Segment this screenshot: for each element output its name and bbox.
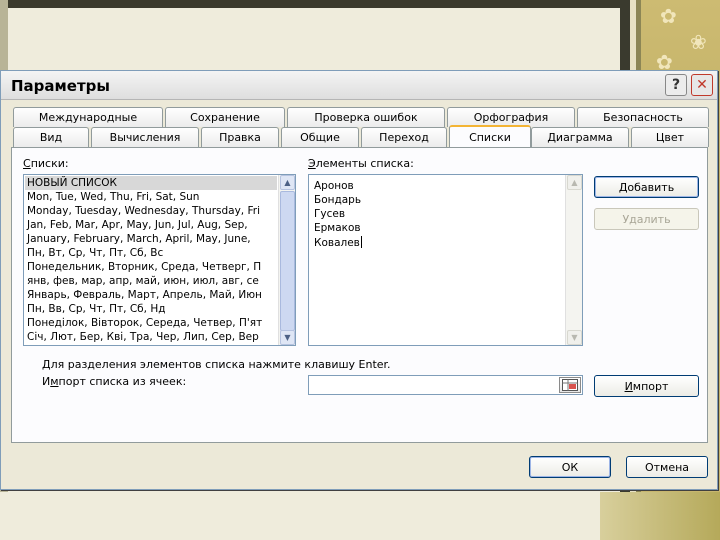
lists-label: Списки: [23,157,69,170]
slide-top-border [0,0,720,8]
list-item[interactable]: Mon, Tue, Wed, Thu, Fri, Sat, Sun [25,190,277,204]
tab-color[interactable]: Цвет [631,127,709,147]
list-item[interactable]: Січ, Лют, Бер, Кві, Тра, Чер, Лип, Сер, … [25,330,277,344]
delete-button: Удалить [594,208,699,230]
options-dialog: Параметры ? ✕ Международные Сохранение П… [0,70,718,490]
text-caret [360,236,362,248]
scroll-thumb[interactable] [280,191,295,331]
flower-icon: ❀ [690,30,707,54]
flower-icon: ✿ [660,4,677,28]
scroll-up-icon[interactable]: ▲ [280,175,295,190]
list-entry: Ермаков [314,222,361,234]
list-item[interactable]: Пн, Вт, Ср, Чт, Пт, Сб, Вс [25,246,277,260]
tab-save[interactable]: Сохранение [165,107,285,127]
tab-error-checking[interactable]: Проверка ошибок [287,107,445,127]
list-entry: Гусев [314,208,346,220]
tab-transition[interactable]: Переход [361,127,447,147]
list-entries-textarea[interactable]: Аронов Бондарь Гусев Ермаков Ковалев ▲ ▼ [308,174,583,346]
slide-bottom [0,492,720,540]
tab-security[interactable]: Безопасность [577,107,709,127]
hint-text: Для разделения элементов списка нажмите … [42,358,391,371]
custom-lists-listbox[interactable]: НОВЫЙ СПИСОК Mon, Tue, Wed, Thu, Fri, Sat… [23,174,296,346]
list-entry: Ковалев [314,236,362,249]
tab-chart[interactable]: Диаграмма [531,127,629,147]
dialog-title: Параметры [11,77,110,95]
list-item[interactable]: Понедельник, Вторник, Среда, Четверг, П [25,260,277,274]
import-label: Импорт списка из ячеек: [42,375,187,388]
tab-international[interactable]: Международные [13,107,163,127]
scroll-up-icon: ▲ [567,175,582,190]
close-button[interactable]: ✕ [691,74,713,96]
list-item[interactable]: Jan, Feb, Mar, Apr, May, Jun, Jul, Aug, … [25,218,277,232]
cancel-button[interactable]: Отмена [626,456,708,478]
list-item[interactable]: Пн, Вв, Ср, Чт, Пт, Сб, Нд [25,302,277,316]
scroll-down-icon[interactable]: ▼ [280,330,295,345]
add-button[interactable]: Добавить [594,176,699,198]
dialog-titlebar: Параметры ? ✕ [1,71,717,100]
list-item[interactable]: January, February, March, April, May, Ju… [25,232,277,246]
list-item[interactable]: Январь, Февраль, Март, Апрель, Май, Июн [25,288,277,302]
list-entries-label: Элементы списка: [308,157,414,170]
range-picker-icon[interactable] [559,377,581,393]
lists-scrollbar[interactable]: ▲ ▼ [278,175,295,345]
help-button[interactable]: ? [665,74,687,96]
tab-edit[interactable]: Правка [201,127,279,147]
tab-view[interactable]: Вид [13,127,89,147]
tab-custom-lists[interactable]: Списки [449,125,531,147]
tab-spelling[interactable]: Орфография [447,107,575,127]
tab-general[interactable]: Общие [281,127,359,147]
list-item[interactable]: Monday, Tuesday, Wednesday, Thursday, Fr… [25,204,277,218]
list-entry: Бондарь [314,194,362,206]
list-entry: Аронов [314,180,354,192]
import-range-input[interactable] [308,375,583,395]
list-item[interactable]: НОВЫЙ СПИСОК [25,176,277,190]
list-item[interactable]: янв, фев, мар, апр, май, июн, июл, авг, … [25,274,277,288]
custom-lists-panel: Списки: Элементы списка: НОВЫЙ СПИСОК Mon… [11,147,708,443]
list-item[interactable]: Понеділок, Вівторок, Середа, Четвер, П'я… [25,316,277,330]
import-button[interactable]: Импорт [594,375,699,397]
tab-calculation[interactable]: Вычисления [91,127,199,147]
ok-button[interactable]: ОК [529,456,611,478]
scroll-down-icon: ▼ [567,330,582,345]
entries-scrollbar: ▲ ▼ [565,175,582,345]
